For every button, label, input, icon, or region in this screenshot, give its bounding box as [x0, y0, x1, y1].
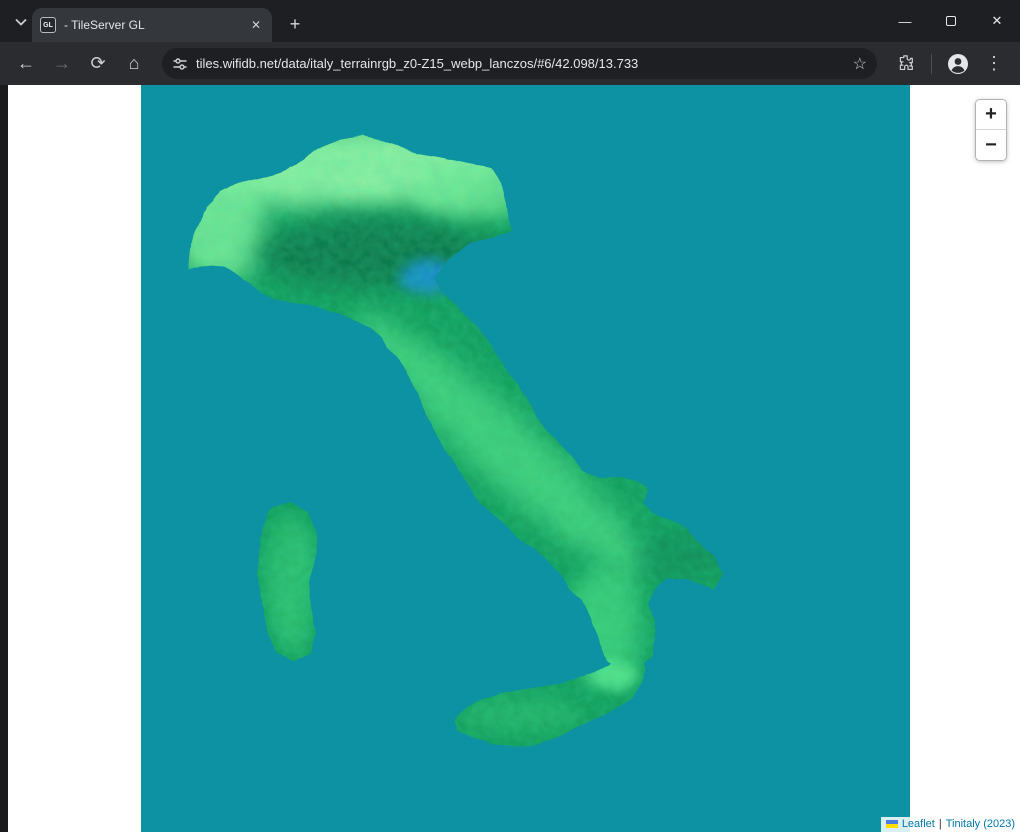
maximize-icon [946, 16, 956, 26]
zoom-out-button[interactable]: − [976, 130, 1006, 160]
reload-button[interactable]: ⟳ [82, 48, 114, 80]
minimize-button[interactable]: — [882, 0, 928, 42]
home-button[interactable]: ⌂ [118, 48, 150, 80]
bookmark-star-icon[interactable]: ☆ [853, 54, 867, 74]
ukraine-flag-icon [886, 820, 898, 828]
browser-window: GL - TileServer GL ✕ + — ✕ ← → ⟳ ⌂ tiles… [0, 0, 1020, 832]
maximize-button[interactable] [928, 0, 974, 42]
menu-button[interactable]: ⋮ [978, 48, 1010, 80]
extensions-button[interactable] [889, 48, 921, 80]
leaflet-link[interactable]: Leaflet [902, 818, 935, 830]
site-info-icon[interactable] [172, 56, 188, 72]
profile-button[interactable] [942, 48, 974, 80]
chevron-down-icon [15, 18, 27, 26]
tab-title: - TileServer GL [64, 18, 240, 32]
zoom-in-button[interactable]: + [976, 100, 1006, 130]
back-button[interactable]: ← [10, 48, 42, 80]
tab-search-button[interactable] [8, 9, 34, 35]
extensions-puzzle-icon [897, 55, 914, 72]
tab-close-icon[interactable]: ✕ [248, 17, 264, 33]
attribution-separator: | [939, 818, 942, 830]
url-text[interactable]: tiles.wifidb.net/data/italy_terrainrgb_z… [196, 56, 845, 71]
window-controls: — ✕ [882, 0, 1020, 42]
tab-tileserver-gl[interactable]: GL - TileServer GL ✕ [32, 8, 272, 42]
toolbar-divider [931, 54, 932, 74]
tab-favicon: GL [40, 17, 56, 33]
tab-strip: GL - TileServer GL ✕ + — ✕ [0, 0, 1020, 42]
leaflet-attribution: Leaflet | Tinitaly (2023) [881, 817, 1020, 832]
close-button[interactable]: ✕ [974, 0, 1020, 42]
profile-avatar-icon [947, 53, 969, 75]
page-content: + − Leaflet | Tinitaly (2023) [0, 85, 1020, 832]
browser-toolbar: ← → ⟳ ⌂ tiles.wifidb.net/data/italy_terr… [0, 42, 1020, 85]
forward-button[interactable]: → [46, 48, 78, 80]
window-edge [0, 85, 8, 832]
italy-terrain-map [141, 85, 910, 832]
new-tab-button[interactable]: + [282, 11, 308, 37]
address-bar[interactable]: tiles.wifidb.net/data/italy_terrainrgb_z… [162, 48, 877, 79]
map-tile-area[interactable] [141, 85, 910, 832]
leaflet-zoom-control: + − [975, 99, 1007, 161]
source-link[interactable]: Tinitaly (2023) [946, 818, 1015, 830]
